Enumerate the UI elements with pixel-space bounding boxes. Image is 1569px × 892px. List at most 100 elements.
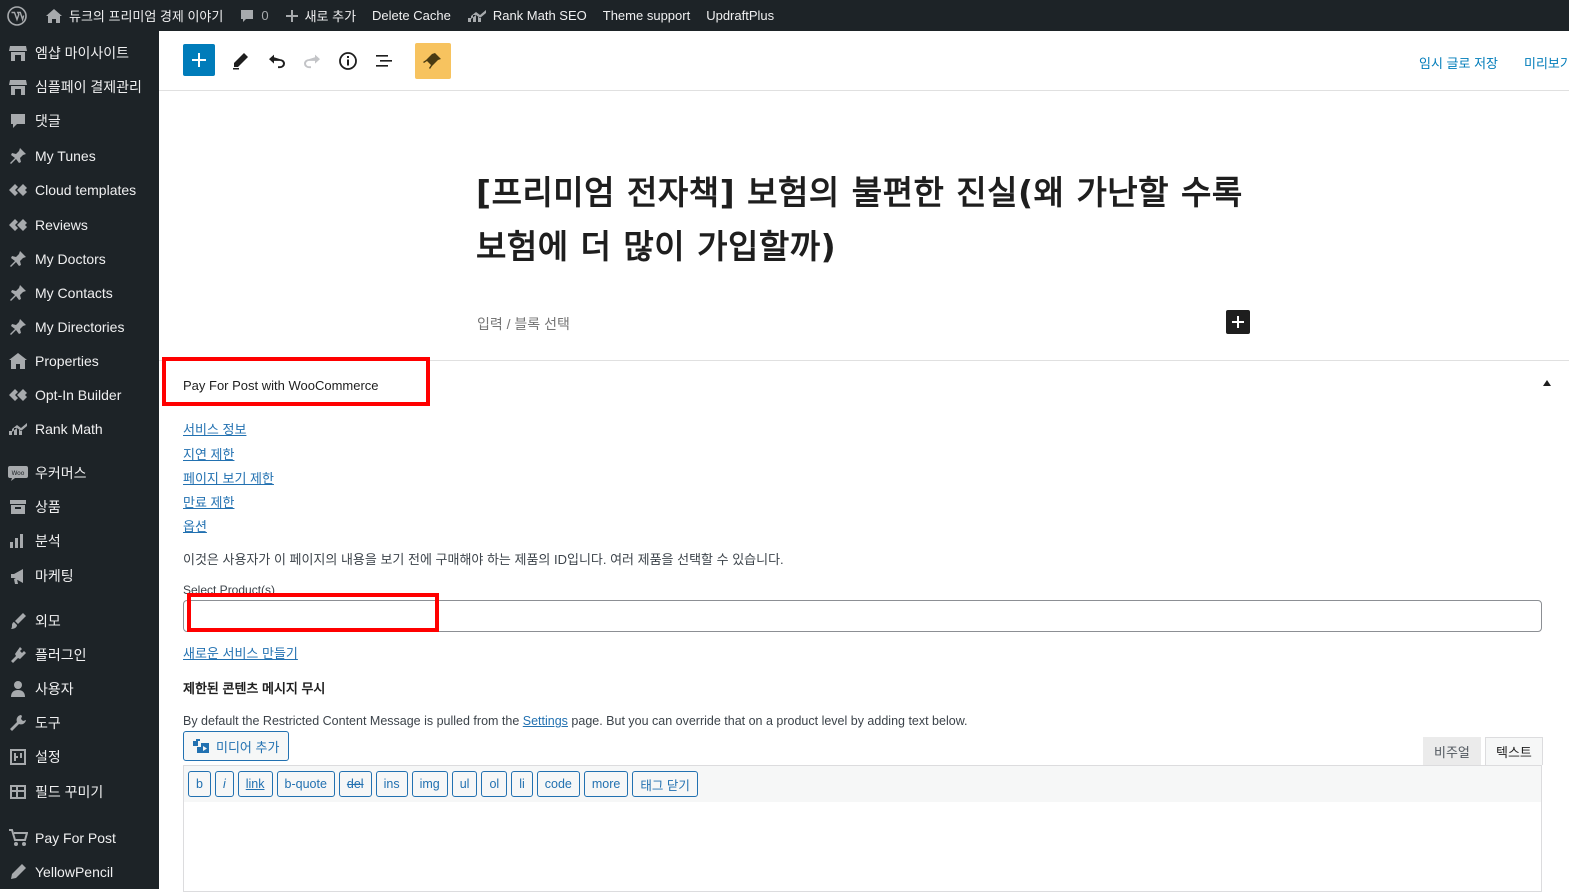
block-inserter-button[interactable] (183, 44, 215, 76)
sidebar-item-users[interactable]: 사용자 (0, 672, 159, 706)
add-media-label: 미디어 추가 (216, 739, 280, 755)
sidebar-item-appearance[interactable]: 외모 (0, 604, 159, 638)
redo-icon (304, 54, 320, 69)
sidebar-item-my-tunes[interactable]: My Tunes (0, 139, 159, 173)
theme-support-menu[interactable]: Theme support (595, 0, 698, 31)
sidebar-item-reviews[interactable]: Reviews (0, 208, 159, 242)
link-options[interactable]: 옵션 (183, 516, 207, 535)
tools-button[interactable] (223, 44, 257, 78)
sidebar-item-plugins[interactable]: 플러그인 (0, 638, 159, 672)
sidebar-item-label: 도구 (35, 715, 61, 731)
qt-ins-button[interactable]: ins (375, 771, 408, 797)
sidebar-item-my-doctors[interactable]: My Doctors (0, 242, 159, 276)
admin-sidebar: 엠샵 마이사이트 심플페이 결제관리 댓글 My Tunes Cloud tem… (0, 31, 159, 889)
link-service-info[interactable]: 서비스 정보 (183, 419, 246, 438)
qt-italic-button[interactable]: i (214, 771, 234, 797)
sidebar-item-custom-fields[interactable]: 필드 꾸미기 (0, 775, 159, 809)
yellowpencil-button[interactable] (415, 43, 451, 79)
sidebar-item-label: 분석 (35, 533, 61, 549)
annotation-box-select-field (187, 593, 439, 632)
new-content-label: 새로 추가 (304, 9, 357, 24)
new-content-menu[interactable]: 새로 추가 (277, 0, 364, 31)
sidebar-item-pay-for-post[interactable]: Pay For Post (0, 821, 159, 855)
block-appender-button[interactable] (1226, 310, 1250, 334)
qt-del-button[interactable]: del (338, 771, 372, 797)
sidebar-item-settings[interactable]: 설정 (0, 740, 159, 774)
updraftplus-menu[interactable]: UpdraftPlus (698, 0, 782, 31)
post-title[interactable]: [프리미엄 전자책] 보험의 불편한 진실(왜 가난할 수록 보험에 더 많이 … (476, 166, 1256, 274)
sidebar-item-my-contacts[interactable]: My Contacts (0, 276, 159, 310)
sidebar-item-label: 댓글 (35, 113, 61, 129)
link-expiry-restriction[interactable]: 만료 제한 (183, 492, 234, 511)
wordpress-logo-icon[interactable] (0, 0, 37, 31)
store-icon (0, 44, 35, 62)
save-draft-button[interactable]: 임시 글로 저장 (1419, 53, 1498, 72)
qt-li-button[interactable]: li (511, 771, 533, 797)
qt-code-button[interactable]: code (536, 771, 580, 797)
rank-math-icon (0, 422, 35, 436)
comments-menu[interactable]: 0 (231, 0, 276, 31)
collapse-arrow-icon[interactable] (1543, 380, 1551, 386)
preview-button[interactable]: 미리보기 (1524, 53, 1569, 72)
bar-chart-icon (0, 533, 35, 549)
rank-math-menu[interactable]: Rank Math SEO (459, 0, 595, 31)
sidebar-item-label: 설정 (35, 749, 61, 765)
sidebar-item-opt-in-builder[interactable]: Opt-In Builder (0, 378, 159, 412)
sidebar-item-label: My Doctors (35, 251, 106, 267)
user-icon (0, 680, 35, 698)
list-view-button[interactable] (367, 44, 401, 78)
plugin-icon (0, 646, 35, 664)
delete-cache-menu[interactable]: Delete Cache (364, 0, 459, 31)
sidebar-item-properties[interactable]: Properties (0, 344, 159, 378)
admin-bar: 듀크의 프리미엄 경제 이야기 0 새로 추가 Delete Cache Ran… (0, 0, 1569, 31)
store-icon (0, 78, 35, 96)
details-button[interactable] (331, 44, 365, 78)
cart-icon (0, 829, 35, 847)
sidebar-item-label: 마케팅 (35, 568, 74, 584)
qt-ol-button[interactable]: ol (481, 771, 508, 797)
qt-ul-button[interactable]: ul (451, 771, 478, 797)
add-media-button[interactable]: 미디어 추가 (183, 731, 290, 761)
sidebar-item-label: 엠샵 마이사이트 (35, 45, 130, 61)
settings-link[interactable]: Settings (523, 714, 568, 728)
qt-more-button[interactable]: more (583, 771, 629, 797)
table-icon (0, 784, 35, 800)
sidebar-item-label: YellowPencil (35, 864, 114, 880)
megaphone-icon (0, 567, 35, 585)
redo-button[interactable] (295, 44, 329, 78)
sidebar-item-simplepay[interactable]: 심플페이 결제관리 (0, 70, 159, 104)
restricted-message-textarea[interactable] (183, 802, 1542, 892)
link-delay-restriction[interactable]: 지연 제한 (183, 444, 234, 463)
sidebar-item-my-directories[interactable]: My Directories (0, 310, 159, 344)
wrench-icon (0, 714, 35, 732)
sidebar-item-cloud-templates[interactable]: Cloud templates (0, 173, 159, 207)
override-message-description: By default the Restricted Content Messag… (183, 714, 968, 728)
sidebar-item-tools[interactable]: 도구 (0, 706, 159, 740)
block-appender-placeholder[interactable]: 입력 / 블록 선택 (477, 314, 570, 334)
elementor-icon (0, 218, 35, 232)
tab-text[interactable]: 텍스트 (1485, 737, 1543, 765)
qt-blockquote-button[interactable]: b-quote (276, 771, 335, 797)
qt-bold-button[interactable]: b (188, 771, 211, 797)
sidebar-item-comments[interactable]: 댓글 (0, 104, 159, 138)
tab-visual[interactable]: 비주얼 (1423, 737, 1481, 765)
sidebar-item-yellowpencil[interactable]: YellowPencil (0, 855, 159, 889)
qt-img-button[interactable]: img (411, 771, 448, 797)
sidebar-item-woocommerce[interactable]: Woo 우커머스 (0, 456, 159, 490)
link-page-view-restriction[interactable]: 페이지 보기 제한 (183, 468, 274, 487)
qt-link-button[interactable]: link (237, 771, 273, 797)
delete-cache-label: Delete Cache (372, 8, 451, 23)
sidebar-item-products[interactable]: 상품 (0, 490, 159, 524)
site-name-menu[interactable]: 듀크의 프리미엄 경제 이야기 (37, 0, 231, 31)
undo-button[interactable] (260, 44, 294, 78)
sidebar-item-mshop[interactable]: 엠샵 마이사이트 (0, 36, 159, 70)
sidebar-item-rank-math[interactable]: Rank Math (0, 412, 159, 446)
new-service-link[interactable]: 새로운 서비스 만들기 (183, 643, 298, 662)
qt-close-tags-button[interactable]: 태그 닫기 (632, 771, 698, 797)
sidebar-item-analytics[interactable]: 분석 (0, 524, 159, 558)
sidebar-item-marketing[interactable]: 마케팅 (0, 559, 159, 593)
home-icon (46, 8, 62, 23)
comment-icon (241, 9, 254, 22)
media-icon (193, 739, 209, 753)
rank-math-label: Rank Math SEO (492, 8, 587, 23)
